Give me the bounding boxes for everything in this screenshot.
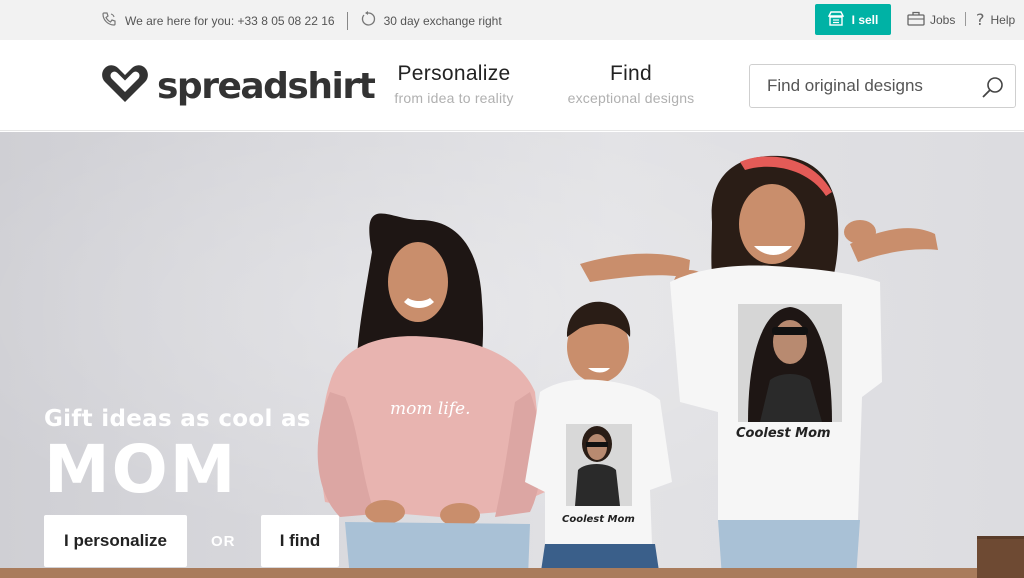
heart-logo-icon — [101, 64, 149, 109]
girl-shirt-print: Coolest Mom — [736, 426, 831, 441]
contact-text: We are here for you: +33 8 05 08 22 16 — [125, 13, 335, 28]
phone-icon — [101, 11, 125, 30]
or-separator: OR — [211, 533, 236, 550]
i-sell-label: I sell — [851, 12, 879, 27]
divider — [346, 11, 348, 30]
main-header: spreadshirt Personalize from idea to rea… — [0, 40, 1024, 131]
jobs-link[interactable]: Jobs — [907, 11, 955, 29]
spreadshirt-logo[interactable]: spreadshirt — [101, 64, 376, 109]
nav-find-sublabel: exceptional designs — [567, 90, 695, 106]
jobs-label: Jobs — [930, 13, 956, 27]
support-info: We are here for you: +33 8 05 08 22 16 3… — [101, 11, 502, 30]
nav-find-label: Find — [609, 62, 653, 85]
help-link[interactable]: ? Help — [976, 10, 1015, 29]
i-personalize-button[interactable]: I personalize — [44, 515, 187, 567]
hero-photo: mom life. Coolest Mom Coolest Mom — [317, 155, 938, 578]
hero-banner: mom life. Coolest Mom Coolest Mom Gift i… — [0, 132, 1024, 578]
nav-personalize-sublabel: from idea to reality — [394, 90, 514, 106]
wooden-furniture — [977, 536, 1024, 578]
exchange-icon — [360, 11, 384, 30]
top-utility-bar: We are here for you: +33 8 05 08 22 16 3… — [0, 0, 1024, 40]
help-label: Help — [990, 12, 1016, 27]
floor — [0, 568, 1024, 578]
i-find-button[interactable]: I find — [261, 515, 339, 567]
search-box — [749, 64, 1016, 108]
hoodie-print: mom life. — [390, 399, 471, 419]
briefcase-icon — [907, 11, 930, 29]
search-input[interactable] — [750, 76, 970, 96]
hero-headline: MOM — [44, 431, 238, 508]
nav-personalize-label: Personalize — [397, 62, 511, 85]
search-icon[interactable] — [981, 75, 1005, 104]
nav-personalize[interactable]: Personalize from idea to reality — [385, 62, 523, 106]
hero-subheadline: Gift ideas as cool as — [44, 406, 311, 432]
divider — [965, 12, 966, 26]
nav-find[interactable]: Find exceptional designs — [560, 62, 702, 106]
exchange-text: 30 day exchange right — [383, 13, 502, 28]
shop-icon — [827, 10, 852, 29]
logo-text: spreadshirt — [157, 65, 376, 107]
boy-shirt-print: Coolest Mom — [562, 514, 635, 525]
question-icon: ? — [976, 10, 985, 29]
i-sell-button[interactable]: I sell — [815, 4, 891, 35]
